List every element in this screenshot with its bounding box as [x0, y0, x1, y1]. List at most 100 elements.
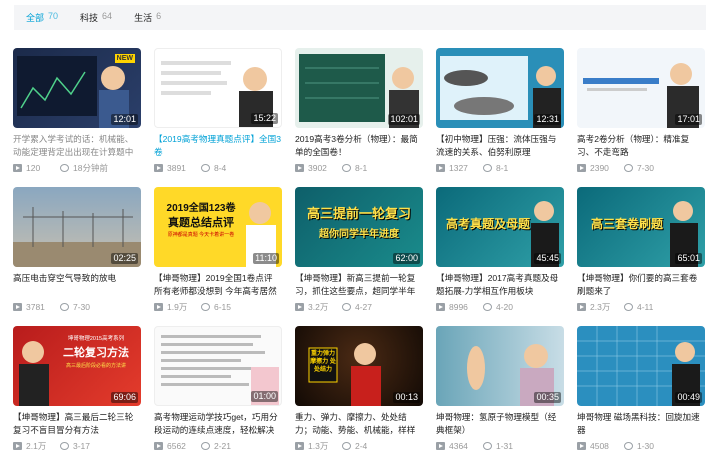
video-card[interactable]: 00:35 坤哥物理：氢原子物理模型（经典框架） 4364 1-31 [436, 326, 564, 451]
video-duration: 15:22 [251, 113, 278, 124]
clock-icon [342, 164, 351, 172]
thumbnail-subtitle: 高三最后阶段必看的方法讲 [65, 363, 126, 369]
video-duration: 00:49 [675, 392, 702, 403]
video-card[interactable]: 12:31 【初中物理】压强：流体压强与流速的关系、伯努利原理 1327 8-1 [436, 48, 564, 173]
view-count: 1327 [449, 163, 468, 173]
video-thumbnail[interactable]: 高三提前一轮复习 超你同学半年进度 62:00 [295, 187, 423, 267]
video-thumbnail[interactable]: 高三套卷刷题 65:01 [577, 187, 705, 267]
upload-date: 4-11 [637, 302, 654, 312]
video-title[interactable]: 高考物理运动学技巧get，巧用分段运动的连续点速度，轻松解决高考 [154, 411, 282, 437]
video-meta: 8996 4-20 [436, 302, 564, 312]
play-count-icon [154, 164, 163, 172]
play-count-icon [154, 442, 163, 450]
thumbnail-caption: 原神都是真题 今天卡着讲一卷 [167, 232, 235, 238]
upload-date: 8-1 [496, 163, 509, 173]
video-title[interactable]: 【坤哥物理】新高三提前一轮复习，抓住这些要点，超同学半年进 [295, 272, 423, 298]
video-meta: 3891 8-4 [154, 163, 282, 173]
video-card[interactable]: NEW 12:01 开学累入学考试的话：机械能、动能定理背定出出现在计算题中的概… [13, 48, 141, 173]
play-count-icon [577, 164, 586, 172]
view-count: 2.3万 [590, 302, 611, 312]
tab-count: 6 [156, 11, 162, 21]
video-thumbnail[interactable]: 00:49 [577, 326, 705, 406]
tab-all[interactable]: 全部 70 [26, 11, 58, 24]
video-thumbnail[interactable]: 坤哥物理2015高考系列 二轮复习方法 高三最后阶段必看的方法讲 69:06 [13, 326, 141, 406]
upload-date: 7-30 [73, 302, 91, 312]
new-badge: NEW [114, 54, 135, 63]
video-thumbnail[interactable]: 01:00 [154, 326, 282, 406]
video-duration: 102:01 [388, 114, 420, 125]
video-thumbnail[interactable]: 02:25 [13, 187, 141, 267]
video-card[interactable]: 高考真题及母题 45:45 【坤哥物理】2017高考真题及母题拓展-力学相互作用… [436, 187, 564, 312]
video-title[interactable]: 高压电击穿空气导致的放电 [13, 272, 141, 298]
video-thumbnail[interactable]: 00:35 [436, 326, 564, 406]
upload-date: 18分钟前 [73, 163, 108, 173]
thumbnail-title: 高考真题及母题 [445, 217, 530, 231]
video-title[interactable]: 【坤哥物理】高三最后二轮三轮复习不盲目冒分有方法 [13, 411, 141, 437]
video-card[interactable]: 重力弹力 摩擦力 处处结力 00:13 重力、弹力、摩擦力、处处结力；动能、势能… [295, 326, 423, 451]
video-title[interactable]: 【坤哥物理】2017高考真题及母题拓展-力学相互作用板块 [436, 272, 564, 298]
video-card[interactable]: 坤哥物理2015高考系列 二轮复习方法 高三最后阶段必看的方法讲 69:06 【… [13, 326, 141, 451]
video-card[interactable]: 15:22 【2019高考物理真题点评】全国3卷 3891 8-4 [154, 48, 282, 173]
video-card[interactable]: 01:00 高考物理运动学技巧get，巧用分段运动的连续点速度，轻松解决高考 6… [154, 326, 282, 451]
video-duration: 00:35 [534, 392, 561, 403]
clock-icon [60, 164, 69, 172]
clock-icon [201, 164, 210, 172]
video-title[interactable]: 2019高考3卷分析（物理）：最简单的全国卷！ [295, 133, 423, 159]
view-count: 3902 [308, 163, 327, 173]
view-count: 4508 [590, 441, 609, 451]
video-meta: 6562 2-21 [154, 441, 282, 451]
video-thumbnail[interactable]: 15:22 [154, 48, 282, 128]
clock-icon [483, 164, 492, 172]
play-count-icon [436, 303, 445, 311]
clock-icon [60, 442, 69, 450]
video-thumbnail[interactable]: NEW 12:01 [13, 48, 141, 128]
upload-date: 1-30 [637, 441, 655, 451]
video-duration: 69:06 [111, 392, 138, 403]
play-count-icon [577, 442, 586, 450]
video-thumbnail[interactable]: 17:01 [577, 48, 705, 128]
video-meta: 3781 7-30 [13, 302, 141, 312]
thumbnail-subtitle: 超你同学半年进度 [319, 229, 399, 240]
video-card[interactable]: 高三提前一轮复习 超你同学半年进度 62:00 【坤哥物理】新高三提前一轮复习，… [295, 187, 423, 312]
video-duration: 01:00 [251, 391, 278, 402]
video-duration: 65:01 [675, 253, 702, 264]
clock-icon [624, 164, 633, 172]
video-thumbnail[interactable]: 2019全国123卷 真题总结点评 原神都是真题 今天卡着讲一卷 11:10 [154, 187, 282, 267]
video-card[interactable]: 00:49 坤哥物理 磁场黑科技：回旋加速器 4508 1-30 [577, 326, 705, 451]
video-card[interactable]: 02:25 高压电击穿空气导致的放电 3781 7-30 [13, 187, 141, 312]
tab-life[interactable]: 生活 6 [134, 11, 161, 24]
play-count-icon [13, 442, 22, 450]
video-card[interactable]: 17:01 高考2卷分析（物理）：精准复习、不走弯路 2390 7-30 [577, 48, 705, 173]
video-title[interactable]: 高考2卷分析（物理）：精准复习、不走弯路 [577, 133, 705, 159]
view-count: 3891 [167, 163, 186, 173]
video-thumbnail[interactable]: 高考真题及母题 45:45 [436, 187, 564, 267]
upload-date: 6-15 [214, 302, 232, 312]
video-title[interactable]: 【坤哥物理】2019全国1卷点评 所有老师都没想到 今年高考居然这样 [154, 272, 282, 298]
video-title[interactable]: 【2019高考物理真题点评】全国3卷 [154, 133, 282, 159]
play-count-icon [295, 303, 304, 311]
upload-date: 3-17 [73, 441, 91, 451]
upload-date: 1-31 [496, 441, 514, 451]
channel-tabs: 全部 70 科技 64 生活 6 [14, 5, 706, 30]
video-card[interactable]: 102:01 2019高考3卷分析（物理）：最简单的全国卷！ 3902 8-1 [295, 48, 423, 173]
video-title[interactable]: 重力、弹力、摩擦力、处处结力；动能、势能、机械能，样样都能！ [295, 411, 423, 437]
video-thumbnail[interactable]: 12:31 [436, 48, 564, 128]
play-count-icon [295, 164, 304, 172]
play-count-icon [13, 303, 22, 311]
video-duration: 11:10 [253, 253, 279, 264]
video-thumbnail[interactable]: 102:01 [295, 48, 423, 128]
video-title[interactable]: 【初中物理】压强：流体压强与流速的关系、伯努利原理 [436, 133, 564, 159]
video-title[interactable]: 坤哥物理 磁场黑科技：回旋加速器 [577, 411, 705, 437]
video-card[interactable]: 2019全国123卷 真题总结点评 原神都是真题 今天卡着讲一卷 11:10 【… [154, 187, 282, 312]
view-count: 2.1万 [26, 441, 47, 451]
tab-label: 科技 [80, 13, 99, 23]
tab-tech[interactable]: 科技 64 [80, 11, 112, 24]
clock-icon [342, 442, 351, 450]
video-duration: 12:01 [111, 114, 138, 125]
video-thumbnail[interactable]: 重力弹力 摩擦力 处处结力 00:13 [295, 326, 423, 406]
video-title[interactable]: 坤哥物理：氢原子物理模型（经典框架） [436, 411, 564, 437]
video-title[interactable]: 开学累入学考试的话：机械能、动能定理背定出出现在计算题中的概 [13, 133, 141, 159]
video-card[interactable]: 高三套卷刷题 65:01 【坤哥物理】你们要的高三套卷刷题来了 2.3万 4-1… [577, 187, 705, 312]
play-count-icon [295, 442, 304, 450]
video-title[interactable]: 【坤哥物理】你们要的高三套卷刷题来了 [577, 272, 705, 298]
